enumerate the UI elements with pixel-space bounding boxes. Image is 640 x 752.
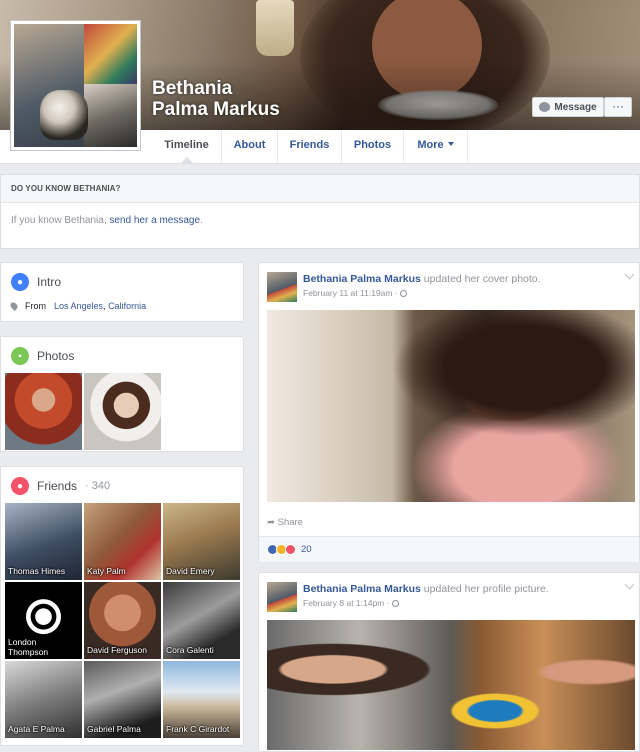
send-message-link[interactable]: send her a message bbox=[109, 215, 200, 226]
friend-name: Frank C Girardot bbox=[166, 724, 230, 734]
globe-icon: ● bbox=[11, 273, 29, 291]
tab-timeline[interactable]: Timeline bbox=[152, 130, 222, 163]
profile-name[interactable]: Bethania Palma Markus bbox=[152, 78, 292, 120]
city-link[interactable]: Los Angeles bbox=[54, 301, 103, 311]
cover-photo-post-image[interactable] bbox=[267, 310, 635, 502]
tab-friends[interactable]: Friends bbox=[278, 130, 342, 163]
globe-icon bbox=[400, 290, 408, 297]
globe-icon bbox=[391, 600, 399, 607]
photos-card: ▪ Photos bbox=[0, 336, 244, 452]
post-action: updated her cover photo. bbox=[420, 273, 541, 285]
intro-card: ● Intro From Los Angeles, California bbox=[0, 262, 244, 322]
profile-picture-post-image[interactable] bbox=[267, 620, 635, 750]
photo-thumb-2[interactable] bbox=[84, 373, 161, 450]
friend-tile[interactable]: David Ferguson bbox=[84, 582, 161, 659]
post-author-link[interactable]: Bethania Palma Markus bbox=[303, 583, 421, 595]
profile-collage bbox=[14, 24, 137, 147]
share-label: Share bbox=[277, 517, 303, 528]
friend-tile[interactable]: David Emery bbox=[163, 503, 240, 580]
post-meta: February 11 at 11:19am · bbox=[303, 288, 408, 298]
collage-bottom-right bbox=[84, 84, 137, 147]
reaction-count: 20 bbox=[301, 544, 312, 555]
do-you-know-text: If you know Bethania, send her a message… bbox=[1, 203, 639, 238]
post-author-link[interactable]: Bethania Palma Markus bbox=[303, 273, 421, 285]
friend-name: Thomas Himes bbox=[8, 566, 66, 576]
friend-name: David Ferguson bbox=[87, 645, 148, 655]
intro-title: ● Intro bbox=[1, 263, 243, 301]
messenger-icon bbox=[539, 102, 551, 112]
state-link[interactable]: California bbox=[108, 301, 146, 311]
post-header: Bethania Palma Markus updated her cover … bbox=[303, 273, 541, 285]
intro-title-label: Intro bbox=[37, 275, 62, 289]
friend-tile[interactable]: Thomas Himes bbox=[5, 503, 82, 580]
friend-name: Cora Galenti bbox=[166, 645, 214, 655]
friend-tile[interactable]: Gabriel Palma bbox=[84, 661, 161, 738]
post-timestamp[interactable]: February 11 at 11:19am · bbox=[303, 288, 400, 298]
caret-down-icon bbox=[447, 142, 454, 146]
love-reaction-icon bbox=[285, 544, 296, 555]
photos-title: ▪ Photos bbox=[1, 337, 243, 375]
tab-more[interactable]: More bbox=[404, 130, 468, 163]
share-button[interactable]: ➦ Share bbox=[267, 517, 303, 528]
chevron-down-icon[interactable] bbox=[624, 269, 635, 280]
reaction-summary[interactable]: 20 bbox=[259, 536, 639, 562]
intro-hometown: From Los Angeles, California bbox=[1, 301, 243, 311]
profile-picture[interactable] bbox=[10, 20, 141, 151]
post-timestamp[interactable]: February 8 at 1:14pm · bbox=[303, 598, 392, 608]
collage-dog bbox=[40, 90, 88, 140]
friend-tile[interactable]: Frank C Girardot bbox=[163, 661, 240, 738]
do-you-know-card: DO YOU KNOW BETHANIA? If you know Bethan… bbox=[0, 174, 640, 249]
friends-count: · 340 bbox=[85, 480, 111, 492]
post-author-avatar[interactable] bbox=[267, 582, 297, 612]
photos-title-label: Photos bbox=[37, 349, 75, 363]
do-you-know-heading: DO YOU KNOW BETHANIA? bbox=[1, 175, 639, 203]
photo-thumb-1[interactable] bbox=[5, 373, 82, 450]
friend-name: Katy Palm bbox=[87, 566, 126, 576]
tab-more-label: More bbox=[417, 139, 444, 151]
do-you-know-prefix: If you know Bethania, bbox=[11, 215, 110, 226]
message-button[interactable]: Message bbox=[532, 97, 604, 117]
do-you-know-suffix: . bbox=[200, 215, 203, 226]
timeline-post: Bethania Palma Markus updated her cover … bbox=[258, 262, 640, 562]
friend-name: Agata E Palma bbox=[8, 724, 65, 734]
collage-top-right bbox=[84, 24, 137, 84]
friend-tile[interactable]: Katy Palm bbox=[84, 503, 161, 580]
friend-tile[interactable]: Agata E Palma bbox=[5, 661, 82, 738]
chevron-down-icon[interactable] bbox=[624, 579, 635, 590]
friends-title-label: Friends bbox=[37, 479, 78, 493]
friend-name: London Thompson bbox=[8, 637, 49, 657]
tab-photos[interactable]: Photos bbox=[342, 130, 404, 163]
friend-name: David Emery bbox=[166, 566, 215, 576]
more-options-button[interactable]: ··· bbox=[604, 97, 632, 117]
post-action: updated her profile picture. bbox=[420, 583, 549, 595]
friends-card: ● Friends · 340 Thomas Himes Katy Palm Da… bbox=[0, 466, 244, 746]
from-label: From bbox=[25, 301, 46, 311]
tab-about[interactable]: About bbox=[222, 130, 278, 163]
post-meta: February 8 at 1:14pm · bbox=[303, 598, 399, 608]
location-pin-icon bbox=[9, 301, 19, 311]
friend-tile[interactable]: London Thompson bbox=[5, 582, 82, 659]
photo-icon: ▪ bbox=[11, 347, 29, 365]
friends-icon: ● bbox=[11, 477, 29, 495]
cover-glass bbox=[256, 0, 294, 56]
friend-tile[interactable]: Cora Galenti bbox=[163, 582, 240, 659]
friend-name: Gabriel Palma bbox=[87, 724, 141, 734]
timeline-post: Bethania Palma Markus updated her profil… bbox=[258, 572, 640, 752]
message-button-label: Message bbox=[554, 101, 597, 113]
post-header: Bethania Palma Markus updated her profil… bbox=[303, 583, 549, 595]
friends-title: ● Friends · 340 bbox=[1, 467, 243, 505]
post-author-avatar[interactable] bbox=[267, 272, 297, 302]
